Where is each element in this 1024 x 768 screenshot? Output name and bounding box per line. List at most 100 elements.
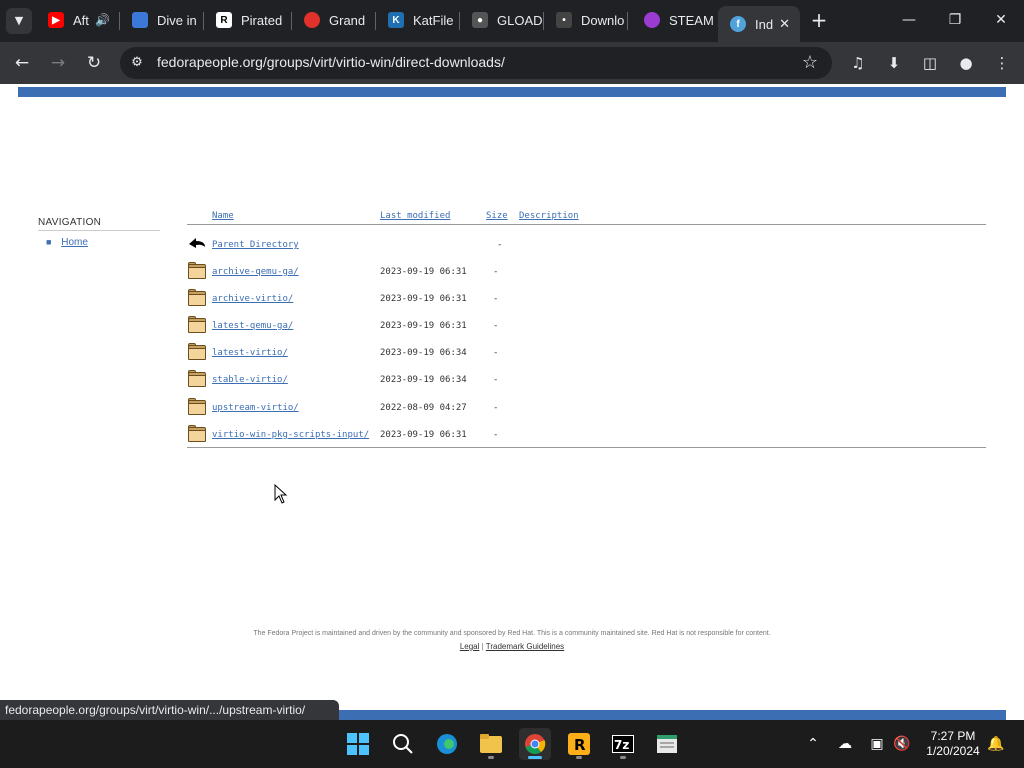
tab-5[interactable]: K KatFile (376, 0, 460, 40)
side-panel-icon[interactable]: ◫ (918, 51, 942, 75)
folder-row: latest-qemu-ga/ 2023-09-19 06:31 - (187, 316, 986, 338)
tab-2[interactable]: Dive in (120, 0, 204, 40)
sort-description-link[interactable]: Description (519, 211, 579, 221)
footer-divider (187, 447, 986, 448)
youtube-icon: ▶ (48, 12, 64, 28)
back-button[interactable]: ← (9, 50, 35, 76)
notepad-icon[interactable] (651, 728, 683, 760)
folder-link[interactable]: virtio-win-pkg-scripts-input/ (212, 430, 369, 440)
modified-cell: 2023-09-19 06:34 (380, 375, 467, 385)
sort-name-link[interactable]: Name (212, 211, 234, 221)
clock-date: 1/20/2024 (926, 744, 980, 758)
size-cell: - (493, 348, 499, 358)
folder-link[interactable]: upstream-virtio/ (212, 403, 299, 413)
onedrive-icon[interactable]: ☁ (835, 734, 855, 754)
bullet-icon: ■ (46, 237, 52, 247)
home-link[interactable]: Home (61, 237, 88, 248)
restore-button[interactable]: ❐ (932, 8, 978, 32)
size-cell: - (497, 240, 503, 250)
rockstar-icon[interactable]: R (563, 728, 595, 760)
close-window-button[interactable]: ✕ (978, 8, 1024, 32)
folder-link[interactable]: stable-virtio/ (212, 375, 288, 385)
edge-icon[interactable] (431, 728, 463, 760)
folder-icon (187, 316, 207, 334)
trademark-link[interactable]: Trademark Guidelines (486, 642, 564, 651)
header-divider (187, 224, 986, 225)
footer-links: Legal | Trademark Guidelines (0, 642, 1024, 651)
page-viewport: NAVIGATION ■ Home Name Last modified Siz… (0, 84, 1024, 720)
close-tab-icon[interactable]: ✕ (779, 16, 790, 32)
folder-row: archive-qemu-ga/ 2023-09-19 06:31 - (187, 262, 986, 284)
media-control-icon[interactable]: ♫ (846, 51, 870, 75)
folder-row: stable-virtio/ 2023-09-19 06:34 - (187, 370, 986, 392)
back-arrow-icon (189, 238, 205, 248)
volume-muted-icon[interactable]: 🔇 (892, 734, 912, 754)
windows-taskbar: R 7z ⌃ ☁ ▣ 🔇 7:27 PM 1/20/2024 🔔 (0, 720, 1024, 768)
address-bar[interactable]: ⚙ fedorapeople.org/groups/virt/virtio-wi… (120, 47, 832, 79)
tab-3[interactable]: R Pirated (204, 0, 292, 40)
site-info-icon[interactable]: ⚙ (128, 54, 146, 72)
folder-row: archive-virtio/ 2023-09-19 06:31 - (187, 289, 986, 311)
tab-4[interactable]: Grand (292, 0, 376, 40)
network-icon[interactable]: ▣ (867, 734, 887, 754)
folder-link[interactable]: latest-qemu-ga/ (212, 321, 293, 331)
sort-modified-link[interactable]: Last modified (380, 211, 450, 221)
download-site-icon: • (556, 12, 572, 28)
r-icon: R (216, 12, 232, 28)
navigation-heading: NAVIGATION (38, 217, 102, 228)
reload-button[interactable]: ↻ (81, 50, 107, 76)
url-text[interactable]: fedorapeople.org/groups/virt/virtio-win/… (157, 54, 505, 70)
folder-link[interactable]: archive-qemu-ga/ (212, 267, 299, 277)
search-icon[interactable] (387, 728, 419, 760)
modified-cell: 2023-09-19 06:34 (380, 348, 467, 358)
new-tab-button[interactable]: + (808, 8, 830, 32)
folder-link[interactable]: archive-virtio/ (212, 294, 293, 304)
size-cell: - (493, 403, 499, 413)
nav-home-item: ■ Home (46, 237, 88, 248)
minimize-button[interactable]: — (886, 8, 932, 32)
downloads-icon[interactable]: ⬇ (882, 51, 906, 75)
clock-time: 7:27 PM (930, 729, 976, 743)
size-cell: - (493, 294, 499, 304)
parent-directory-link[interactable]: Parent Directory (212, 240, 299, 250)
tab-7[interactable]: • Downlo (544, 0, 628, 40)
tab-1[interactable]: ▶ Aft 🔊 (36, 0, 120, 40)
folder-icon (187, 370, 207, 388)
menu-icon[interactable]: ⋮ (990, 51, 1014, 75)
svg-text:7z: 7z (614, 738, 629, 752)
size-cell: - (493, 267, 499, 277)
bookmark-star-icon[interactable]: ☆ (802, 52, 818, 73)
folder-row: virtio-win-pkg-scripts-input/ 2023-09-19… (187, 425, 986, 447)
chrome-icon[interactable] (519, 728, 551, 760)
modified-cell: 2023-09-19 06:31 (380, 321, 467, 331)
clock[interactable]: 7:27 PM 1/20/2024 (920, 729, 986, 759)
profile-icon[interactable]: ● (954, 51, 978, 75)
modified-cell: 2022-08-09 04:27 (380, 403, 467, 413)
svg-text:R: R (574, 736, 586, 754)
file-explorer-icon[interactable] (475, 728, 507, 760)
chevron-up-icon[interactable]: ⌃ (803, 734, 823, 754)
notification-bell-icon[interactable]: 🔔 (986, 734, 1006, 754)
modified-cell: 2023-09-19 06:31 (380, 267, 467, 277)
tab-6[interactable]: ● GLOAD (460, 0, 544, 40)
tab-8[interactable]: STEAM (632, 0, 716, 40)
folder-row: upstream-virtio/ 2022-08-09 04:27 - (187, 398, 986, 420)
mouse-cursor-icon (274, 484, 288, 504)
tab-strip: ▼ ▶ Aft 🔊 Dive in R Pirated Grand K KatF… (0, 0, 1024, 42)
forward-button[interactable]: → (45, 50, 71, 76)
tab-active[interactable]: f Ind ✕ (718, 6, 800, 42)
sort-size-link[interactable]: Size (486, 211, 508, 221)
speaker-icon[interactable]: 🔊 (95, 13, 110, 27)
tab-search-button[interactable]: ▼ (6, 8, 32, 34)
header-bar (18, 87, 1006, 97)
k-icon: K (388, 12, 404, 28)
start-icon[interactable] (342, 728, 374, 760)
navigation-divider (38, 230, 160, 231)
7zip-icon[interactable]: 7z (607, 728, 639, 760)
footer-disclaimer: The Fedora Project is maintained and dri… (253, 630, 771, 637)
dive-icon (132, 12, 148, 28)
browser-toolbar: ← → ↻ ⚙ fedorapeople.org/groups/virt/vir… (0, 42, 1024, 84)
folder-link[interactable]: latest-virtio/ (212, 348, 288, 358)
legal-link[interactable]: Legal (460, 642, 480, 651)
size-cell: - (493, 375, 499, 385)
